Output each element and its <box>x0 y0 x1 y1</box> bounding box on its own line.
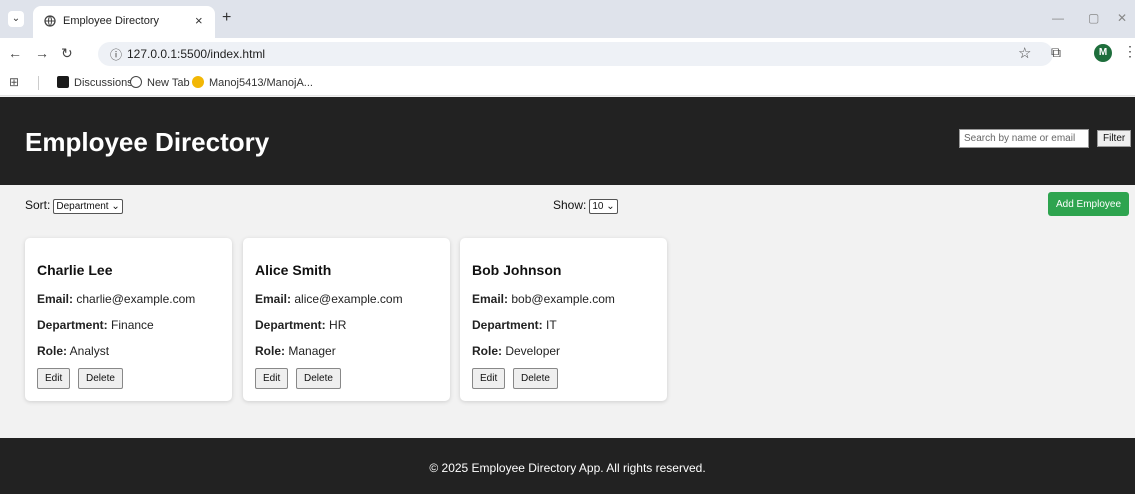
email-value: bob@example.com <box>511 292 615 306</box>
delete-button[interactable]: Delete <box>296 368 341 389</box>
new-tab-icon[interactable]: + <box>222 9 231 27</box>
email-value: charlie@example.com <box>76 292 196 306</box>
show-label: Show: <box>553 198 587 212</box>
department-value: HR <box>329 318 347 332</box>
bookmark-label: Manoj5413/ManojA... <box>209 77 313 89</box>
role-value: Developer <box>505 344 561 358</box>
tab-title: Employee Directory <box>63 15 159 27</box>
list-controls: Sort: Department ⌄ Show: 10 ⌄ Add Employee <box>0 185 1135 225</box>
minimize-icon[interactable]: — <box>1052 11 1064 25</box>
employee-department: Department: HR <box>255 318 346 332</box>
employee-name: Alice Smith <box>255 262 332 278</box>
email-label: Email: <box>37 292 74 306</box>
browser-tabstrip: ⌄ Employee Directory × + — ▢ ✕ <box>0 0 1135 38</box>
tab-search-chevron-icon[interactable]: ⌄ <box>8 11 24 27</box>
filter-button[interactable]: Filter <box>1097 130 1132 147</box>
page-title: Employee Directory <box>25 127 270 157</box>
back-icon[interactable]: ← <box>8 45 22 61</box>
globe-icon <box>130 76 142 88</box>
apps-grid-icon[interactable]: ⊞ <box>9 75 19 89</box>
edit-button[interactable]: Edit <box>472 368 506 389</box>
show-select[interactable]: 10 ⌄ <box>589 199 618 214</box>
edit-button[interactable]: Edit <box>255 368 289 389</box>
department-label: Department: <box>472 318 543 332</box>
chevron-down-icon: ⌄ <box>111 201 120 212</box>
bookmark-star-icon[interactable]: ☆ <box>1018 44 1031 62</box>
department-label: Department: <box>255 318 326 332</box>
bookmark-label: New Tab <box>147 77 190 89</box>
role-label: Role: <box>255 344 285 358</box>
hugging-face-icon <box>192 76 204 88</box>
extensions-icon[interactable]: ⧉ <box>1051 44 1061 61</box>
role-value: Manager <box>288 344 336 358</box>
employee-role: Role: Manager <box>255 344 336 358</box>
show-select-value: 10 <box>592 201 604 212</box>
employee-role: Role: Developer <box>472 344 560 358</box>
chevron-down-icon: ⌄ <box>606 201 615 212</box>
add-employee-button[interactable]: Add Employee <box>1048 192 1129 216</box>
sort-select-value: Department <box>56 201 109 212</box>
url-text[interactable]: 127.0.0.1:5500/index.html <box>127 47 265 61</box>
employee-name: Bob Johnson <box>472 262 562 278</box>
restore-icon[interactable]: ▢ <box>1088 11 1099 25</box>
bookmark-label: Discussions <box>74 77 133 89</box>
bookmark-manoj[interactable]: Manoj5413/ManojA... <box>192 76 313 89</box>
role-label: Role: <box>472 344 502 358</box>
bookmark-discussions[interactable]: Discussions <box>57 76 133 89</box>
employee-department: Department: IT <box>472 318 557 332</box>
sort-select[interactable]: Department ⌄ <box>53 199 123 214</box>
sort-control: Sort: Department ⌄ <box>25 198 123 214</box>
role-value: Analyst <box>69 344 110 358</box>
browser-menu-icon[interactable]: ⋮ <box>1123 43 1135 60</box>
department-value: Finance <box>111 318 154 332</box>
browser-tab[interactable]: Employee Directory × <box>33 6 215 38</box>
page-header: Employee Directory Filter <box>0 97 1135 185</box>
employee-role: Role: Analyst <box>37 344 109 358</box>
browser-navbar: ← → ↻ ⓘ 127.0.0.1:5500/index.html ☆ <box>0 38 1135 70</box>
edit-button[interactable]: Edit <box>37 368 71 389</box>
email-label: Email: <box>472 292 509 306</box>
reload-icon[interactable]: ↻ <box>61 45 73 62</box>
department-value: IT <box>546 318 557 332</box>
employee-email: Email: charlie@example.com <box>37 292 195 306</box>
bookmarks-bar: ⊞ Discussions New Tab Manoj5413/ManojA..… <box>0 70 1135 96</box>
sort-label: Sort: <box>25 198 51 212</box>
employee-email: Email: bob@example.com <box>472 292 615 306</box>
role-label: Role: <box>37 344 67 358</box>
employee-department: Department: Finance <box>37 318 154 332</box>
employee-name: Charlie Lee <box>37 262 113 278</box>
delete-button[interactable]: Delete <box>513 368 558 389</box>
show-control: Show: 10 ⌄ <box>553 198 618 214</box>
address-bar[interactable]: ⓘ 127.0.0.1:5500/index.html ☆ <box>98 42 1053 66</box>
footer-copyright: © 2025 Employee Directory App. All right… <box>429 461 706 475</box>
close-window-icon[interactable]: ✕ <box>1117 11 1127 25</box>
search-input[interactable] <box>959 129 1089 148</box>
employee-email: Email: alice@example.com <box>255 292 403 306</box>
email-label: Email: <box>255 292 292 306</box>
tab-close-icon[interactable]: × <box>195 13 203 28</box>
department-label: Department: <box>37 318 108 332</box>
employee-card: Alice Smith Email: alice@example.com Dep… <box>243 238 450 401</box>
employee-card: Bob Johnson Email: bob@example.com Depar… <box>460 238 667 401</box>
globe-icon <box>44 15 56 27</box>
profile-avatar[interactable]: M <box>1094 44 1112 62</box>
bookmark-new-tab[interactable]: New Tab <box>130 76 190 89</box>
page-footer: © 2025 Employee Directory App. All right… <box>0 438 1135 494</box>
site-info-icon[interactable]: ⓘ <box>110 46 122 63</box>
forward-icon[interactable]: → <box>35 45 49 61</box>
email-value: alice@example.com <box>294 292 403 306</box>
employee-card: Charlie Lee Email: charlie@example.com D… <box>25 238 232 401</box>
delete-button[interactable]: Delete <box>78 368 123 389</box>
discussions-icon <box>57 76 69 88</box>
bookmarks-divider <box>38 76 39 90</box>
